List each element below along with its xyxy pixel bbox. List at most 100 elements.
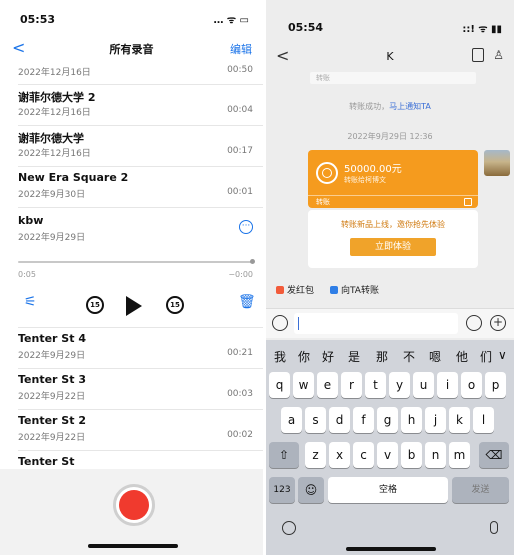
list-item[interactable]: Tenter St 3 2022年9月22日 00:03	[18, 369, 263, 410]
promo-card: 转账新品上线，邀你抢先体验 立即体验	[308, 210, 478, 268]
more-options-icon[interactable]: ···	[239, 220, 253, 234]
key[interactable]: r	[341, 372, 362, 398]
record-bar	[0, 469, 263, 555]
candidate[interactable]: 我	[274, 348, 286, 365]
status-bar: 05:53 … ᯤ ▭	[0, 0, 263, 36]
recording-name: 谢菲尔德大学	[18, 132, 84, 145]
key[interactable]: v	[377, 442, 398, 468]
profile-icon[interactable]: ♙	[493, 48, 504, 62]
trash-icon[interactable]: 🗑	[238, 294, 256, 310]
key[interactable]: b	[401, 442, 422, 468]
voice-memos-screen: 05:53 … ᯤ ▭ < 所有录音 编辑 2022年12月16日 00:50 …	[0, 0, 263, 555]
voice-icon[interactable]	[272, 315, 288, 331]
key[interactable]: f	[353, 407, 374, 433]
transfer-to-button[interactable]: 向TA转账	[330, 283, 379, 296]
candidate[interactable]: 不	[403, 348, 415, 365]
key[interactable]: u	[413, 372, 434, 398]
record-icon	[119, 490, 149, 520]
recording-duration: 00:17	[227, 146, 253, 156]
transfer-recipient: 转账给柯博文	[344, 176, 386, 184]
key[interactable]: q	[269, 372, 290, 398]
key[interactable]: n	[425, 442, 446, 468]
space-key[interactable]: 空格	[328, 477, 448, 503]
numbers-key[interactable]: 123	[269, 477, 295, 503]
candidate[interactable]: 好	[322, 348, 334, 365]
key[interactable]: h	[401, 407, 422, 433]
list-item[interactable]: 谢菲尔德大学 2022年12月16日 00:17	[18, 126, 263, 167]
status-icons: … ᯤ ▭	[213, 15, 249, 26]
red-packet-button[interactable]: 发红包	[276, 283, 314, 296]
key[interactable]: a	[281, 407, 302, 433]
candidate[interactable]: 那	[376, 348, 388, 365]
skip-forward-icon[interactable]: 15	[166, 296, 184, 314]
key[interactable]: i	[437, 372, 458, 398]
recording-date: 2022年9月29日	[18, 233, 86, 243]
candidate[interactable]: 他	[456, 348, 468, 365]
candidate-bar: 我 你 好 是 那 不 嗯 他 们 ∨	[266, 340, 514, 370]
candidate[interactable]: 们	[480, 348, 492, 365]
recording-date: 2022年9月22日	[18, 433, 86, 443]
skip-back-icon[interactable]: 15	[86, 296, 104, 314]
record-button[interactable]	[113, 484, 155, 526]
key[interactable]: e	[317, 372, 338, 398]
emoji-key[interactable]: ☺	[298, 477, 324, 503]
key-row-3: ⇧ z x c v b n m ⌫	[266, 442, 514, 470]
key[interactable]: z	[305, 442, 326, 468]
list-item[interactable]: New Era Square 2 2022年9月30日 00:01	[18, 167, 263, 208]
list-item[interactable]: Tenter St 2 2022年9月22日 00:02	[18, 410, 263, 451]
globe-icon[interactable]	[282, 521, 296, 535]
transfer-chip[interactable]: 转账	[310, 72, 476, 84]
play-icon[interactable]	[126, 296, 142, 316]
recording-duration: 00:01	[227, 187, 253, 197]
avatar[interactable]	[484, 150, 510, 176]
key[interactable]: l	[473, 407, 494, 433]
red-packet-label: 发红包	[287, 286, 315, 296]
transfer-message[interactable]: 50000.00元 转账给柯博文 转账	[308, 150, 478, 208]
key[interactable]: t	[365, 372, 386, 398]
chat-info-icon[interactable]	[472, 48, 484, 62]
try-now-button[interactable]: 立即体验	[350, 238, 436, 256]
expand-candidates-icon[interactable]: ∨	[498, 348, 507, 362]
key[interactable]: c	[353, 442, 374, 468]
notify-link[interactable]: 马上通知TA	[389, 102, 431, 111]
candidate[interactable]: 嗯	[429, 348, 441, 365]
key[interactable]: k	[449, 407, 470, 433]
screenshot: 05:53 … ᯤ ▭ < 所有录音 编辑 2022年12月16日 00:50 …	[0, 0, 514, 555]
transfer-to-label: 向TA转账	[341, 286, 379, 296]
playback-scrubber[interactable]	[18, 261, 253, 263]
shift-key[interactable]: ⇧	[269, 442, 299, 468]
key[interactable]: m	[449, 442, 470, 468]
emoji-icon[interactable]	[466, 315, 482, 331]
plus-icon[interactable]: +	[490, 315, 506, 331]
recording-date: 2022年12月16日	[18, 68, 91, 78]
expanded-recording[interactable]: kbw 2022年9月29日 ··· 0:05 −0:00 ⚟ 15 15 🗑	[18, 208, 263, 328]
list-item[interactable]: 谢菲尔德大学 2 2022年12月16日 00:04	[18, 85, 263, 126]
list-item[interactable]: Tenter St 4 2022年9月29日 00:21	[18, 328, 263, 369]
edit-button[interactable]: 编辑	[230, 41, 252, 57]
chat-header: < K ♙	[266, 46, 514, 68]
key[interactable]: d	[329, 407, 350, 433]
list-item[interactable]: 2022年12月16日 00:50	[18, 60, 263, 85]
key[interactable]: y	[389, 372, 410, 398]
message-input[interactable]	[294, 313, 458, 334]
candidate[interactable]: 是	[348, 348, 360, 365]
status-bar: 05:54 ::! ᯤ ▮▮	[266, 0, 514, 36]
candidate[interactable]: 你	[298, 348, 310, 365]
key[interactable]: w	[293, 372, 314, 398]
key[interactable]: p	[485, 372, 506, 398]
mic-icon[interactable]	[490, 521, 498, 534]
key[interactable]: j	[425, 407, 446, 433]
send-key[interactable]: 发送	[452, 477, 509, 503]
recording-date: 2022年9月22日	[18, 392, 86, 402]
transfer-footer: 转账	[308, 195, 478, 208]
scrubber-handle[interactable]	[250, 259, 255, 264]
key[interactable]: x	[329, 442, 350, 468]
delete-key[interactable]: ⌫	[479, 442, 509, 468]
quick-actions: 发红包 向TA转账	[266, 283, 514, 301]
key[interactable]: o	[461, 372, 482, 398]
options-icon[interactable]: ⚟	[24, 294, 37, 310]
recording-duration: 00:04	[227, 105, 253, 115]
recording-duration: 00:50	[227, 65, 253, 75]
key[interactable]: g	[377, 407, 398, 433]
key[interactable]: s	[305, 407, 326, 433]
